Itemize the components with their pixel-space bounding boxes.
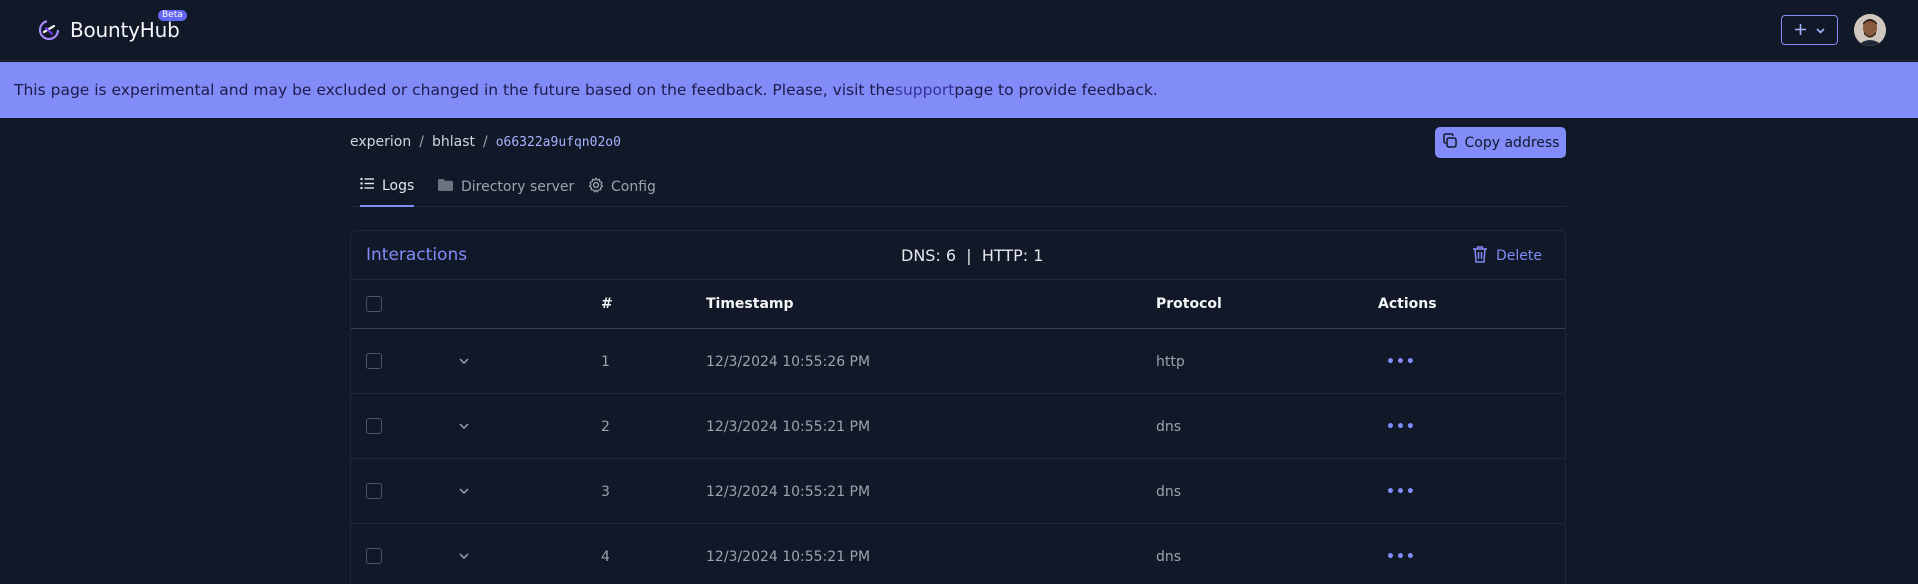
row-number: 3 xyxy=(601,484,610,500)
brand[interactable]: BountyHub Beta xyxy=(36,10,187,44)
row-timestamp: 12/3/2024 10:55:21 PM xyxy=(706,549,871,565)
copy-icon xyxy=(1442,132,1458,153)
expand-chevron-icon[interactable] xyxy=(456,353,472,369)
interactions-title: Interactions xyxy=(366,245,468,265)
breadcrumb-item-project[interactable]: bhlast xyxy=(432,134,475,150)
table-row: 3 12/3/2024 10:55:21 PM dns ••• xyxy=(351,459,1565,524)
breadcrumb-item-org[interactable]: experion xyxy=(350,134,411,150)
user-avatar[interactable] xyxy=(1854,14,1886,46)
row-actions-menu-icon[interactable]: ••• xyxy=(1386,549,1416,565)
chevron-down-icon xyxy=(1815,21,1826,40)
table-header: # Timestamp Protocol Actions xyxy=(351,280,1565,329)
breadcrumb: experion / bhlast / o66322a9ufqn02o0 xyxy=(350,131,621,153)
column-header-timestamp: Timestamp xyxy=(706,296,794,312)
row-actions-menu-icon[interactable]: ••• xyxy=(1386,419,1416,435)
tab-directory-server-label: Directory server xyxy=(461,178,575,195)
column-header-protocol: Protocol xyxy=(1156,296,1222,312)
row-timestamp: 12/3/2024 10:55:26 PM xyxy=(706,354,871,370)
trash-icon xyxy=(1472,245,1488,267)
row-timestamp: 12/3/2024 10:55:21 PM xyxy=(706,419,871,435)
breadcrumb-current: o66322a9ufqn02o0 xyxy=(495,134,621,150)
row-number: 4 xyxy=(601,549,610,565)
breadcrumb-separator: / xyxy=(482,134,488,150)
tab-logs[interactable]: Logs xyxy=(360,166,415,207)
tab-config-label: Config xyxy=(611,178,656,195)
expand-chevron-icon[interactable] xyxy=(456,548,472,564)
row-timestamp: 12/3/2024 10:55:21 PM xyxy=(706,484,871,500)
support-link[interactable]: support xyxy=(895,81,955,99)
plus-icon xyxy=(1794,21,1807,40)
list-icon xyxy=(360,177,375,194)
row-checkbox[interactable] xyxy=(366,483,382,499)
table-row: 1 12/3/2024 10:55:26 PM http ••• xyxy=(351,329,1565,394)
banner-text-after: page to provide feedback. xyxy=(954,81,1158,99)
expand-chevron-icon[interactable] xyxy=(456,483,472,499)
beta-badge: Beta xyxy=(158,10,187,21)
column-header-actions: Actions xyxy=(1378,296,1437,312)
copy-address-label: Copy address xyxy=(1464,134,1560,151)
row-checkbox[interactable] xyxy=(366,353,382,369)
row-protocol: dns xyxy=(1156,549,1182,565)
table-row: 2 12/3/2024 10:55:21 PM dns ••• xyxy=(351,394,1565,459)
row-actions-menu-icon[interactable]: ••• xyxy=(1386,354,1416,370)
delete-label: Delete xyxy=(1496,248,1542,264)
tab-directory-server[interactable]: Directory server xyxy=(437,166,574,207)
top-navbar: BountyHub Beta xyxy=(0,0,1918,61)
expand-chevron-icon[interactable] xyxy=(456,418,472,434)
row-protocol: http xyxy=(1156,354,1185,370)
column-header-number: # xyxy=(601,296,613,312)
row-checkbox[interactable] xyxy=(366,548,382,564)
bountyhub-logo-icon xyxy=(36,17,62,43)
interactions-card: Interactions DNS: 6 | HTTP: 1 Delete # T… xyxy=(350,230,1566,584)
row-number: 2 xyxy=(601,419,610,435)
interaction-stats: DNS: 6 | HTTP: 1 xyxy=(901,246,1044,265)
card-header: Interactions DNS: 6 | HTTP: 1 Delete xyxy=(351,231,1565,280)
experimental-banner: This page is experimental and may be exc… xyxy=(0,62,1918,118)
folder-icon xyxy=(437,178,454,196)
gear-icon xyxy=(588,176,604,197)
banner-text-before: This page is experimental and may be exc… xyxy=(14,81,895,99)
row-number: 1 xyxy=(601,354,610,370)
row-checkbox[interactable] xyxy=(366,418,382,434)
delete-button[interactable]: Delete xyxy=(1472,245,1542,267)
row-actions-menu-icon[interactable]: ••• xyxy=(1386,484,1416,500)
app-name: BountyHub xyxy=(70,18,180,42)
row-protocol: dns xyxy=(1156,484,1182,500)
tab-bar: Logs Directory server Config xyxy=(350,166,1566,207)
breadcrumb-separator: / xyxy=(419,134,424,150)
table-row: 4 12/3/2024 10:55:21 PM dns ••• xyxy=(351,524,1565,584)
add-button[interactable] xyxy=(1781,15,1838,45)
row-protocol: dns xyxy=(1156,419,1182,435)
copy-address-button[interactable]: Copy address xyxy=(1435,127,1566,158)
tab-config[interactable]: Config xyxy=(588,166,656,207)
select-all-checkbox[interactable] xyxy=(366,296,382,312)
tab-logs-label: Logs xyxy=(382,177,415,194)
